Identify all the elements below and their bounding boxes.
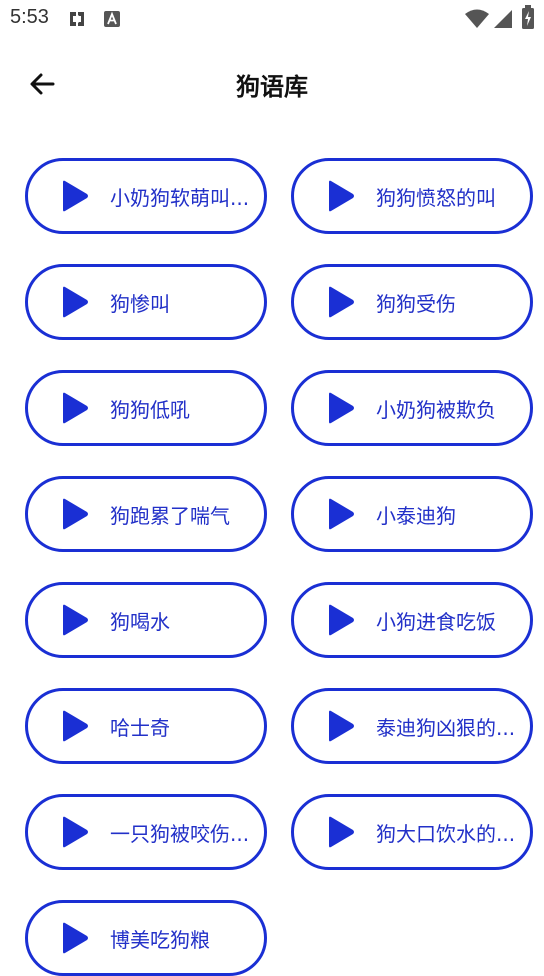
play-icon [63, 710, 88, 742]
play-icon [329, 604, 354, 636]
sound-item[interactable]: 狗狗低吼 [25, 370, 267, 446]
battery-icon [521, 5, 535, 33]
sound-item[interactable]: 狗狗愤怒的叫 [291, 158, 533, 234]
sound-label: 小狗进食吃饭 [376, 609, 496, 634]
play-icon [329, 180, 354, 212]
sound-item[interactable]: 一只狗被咬伤... [25, 794, 267, 870]
play-icon [63, 498, 88, 530]
status-bar: 5:53 [0, 0, 544, 36]
page-title: 狗语库 [236, 73, 308, 101]
app-bar: 狗语库 [0, 50, 544, 118]
sound-item[interactable]: 狗喝水 [25, 582, 267, 658]
sound-grid: 小奶狗软萌叫... 狗狗愤怒的叫 狗惨叫 狗狗受伤 狗狗低吼 小奶狗被欺负 狗跑… [25, 158, 535, 976]
play-icon [329, 710, 354, 742]
sound-item[interactable]: 狗大口饮水的... [291, 794, 533, 870]
sound-label: 狗惨叫 [110, 291, 170, 316]
play-icon [329, 498, 354, 530]
play-icon [63, 604, 88, 636]
sound-label: 狗喝水 [110, 609, 170, 634]
play-icon [329, 816, 354, 848]
sound-label: 小奶狗被欺负 [376, 397, 496, 422]
sound-label: 狗跑累了喘气 [110, 503, 230, 528]
play-icon [63, 286, 88, 318]
sound-item[interactable]: 小泰迪狗 [291, 476, 533, 552]
sound-label: 泰迪狗凶狠的... [376, 715, 516, 740]
sound-item[interactable]: 哈士奇 [25, 688, 267, 764]
sound-item[interactable]: 泰迪狗凶狠的... [291, 688, 533, 764]
sound-label: 博美吃狗粮 [110, 927, 210, 952]
sound-item[interactable]: 博美吃狗粮 [25, 900, 267, 976]
play-icon [63, 816, 88, 848]
sound-label: 狗狗受伤 [376, 291, 456, 316]
play-icon [329, 392, 354, 424]
signal-icon [492, 8, 514, 34]
sound-item[interactable]: 小奶狗软萌叫... [25, 158, 267, 234]
sound-item[interactable]: 小奶狗被欺负 [291, 370, 533, 446]
app-notification-icon [103, 10, 121, 32]
sound-label: 小泰迪狗 [376, 503, 456, 528]
sound-label: 狗狗低吼 [110, 397, 190, 422]
sound-item[interactable]: 小狗进食吃饭 [291, 582, 533, 658]
sound-item[interactable]: 狗惨叫 [25, 264, 267, 340]
sound-item[interactable]: 狗狗受伤 [291, 264, 533, 340]
sound-label: 狗大口饮水的... [376, 821, 516, 846]
play-icon [63, 392, 88, 424]
sync-icon [66, 8, 88, 34]
play-icon [329, 286, 354, 318]
wifi-icon [464, 8, 490, 34]
play-icon [63, 180, 88, 212]
sound-label: 一只狗被咬伤... [110, 821, 250, 846]
play-icon [63, 922, 88, 954]
status-time: 5:53 [10, 6, 49, 28]
sound-label: 小奶狗软萌叫... [110, 185, 250, 210]
sound-item[interactable]: 狗跑累了喘气 [25, 476, 267, 552]
sound-label: 哈士奇 [110, 715, 170, 740]
sound-label: 狗狗愤怒的叫 [376, 185, 496, 210]
